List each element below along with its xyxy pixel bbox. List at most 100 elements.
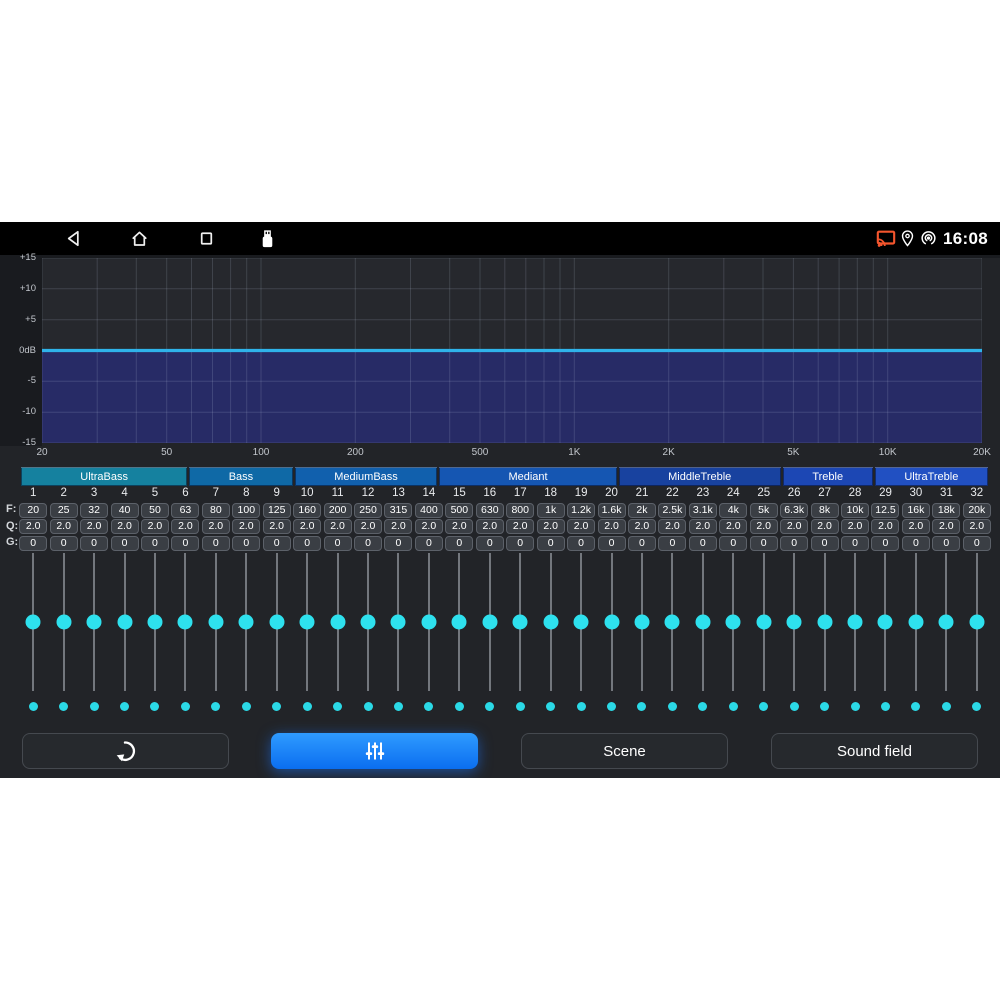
gain-value-box[interactable]: 0 — [324, 536, 352, 551]
gain-value-box[interactable]: 0 — [689, 536, 717, 551]
gain-value-box[interactable]: 0 — [476, 536, 504, 551]
gain-value-box[interactable]: 0 — [111, 536, 139, 551]
gain-value-box[interactable]: 0 — [537, 536, 565, 551]
slider-thumb[interactable] — [117, 614, 132, 629]
gain-slider[interactable] — [611, 553, 613, 691]
q-value-box[interactable]: 2.0 — [415, 519, 443, 534]
slider-thumb[interactable] — [817, 614, 832, 629]
gain-value-box[interactable]: 0 — [202, 536, 230, 551]
slider-thumb[interactable] — [56, 614, 71, 629]
slider-thumb[interactable] — [513, 614, 528, 629]
freq-value-box[interactable]: 315 — [384, 503, 412, 518]
slider-thumb[interactable] — [87, 614, 102, 629]
gain-value-box[interactable]: 0 — [719, 536, 747, 551]
slider-thumb[interactable] — [908, 614, 923, 629]
q-value-box[interactable]: 2.0 — [19, 519, 47, 534]
gain-value-box[interactable]: 0 — [628, 536, 656, 551]
gain-slider[interactable] — [428, 553, 430, 691]
slider-thumb[interactable] — [665, 614, 680, 629]
q-value-box[interactable]: 2.0 — [354, 519, 382, 534]
q-value-box[interactable]: 2.0 — [932, 519, 960, 534]
gain-slider[interactable] — [641, 553, 643, 691]
q-value-box[interactable]: 2.0 — [506, 519, 534, 534]
gain-value-box[interactable]: 0 — [19, 536, 47, 551]
gain-slider[interactable] — [519, 553, 521, 691]
freq-value-box[interactable]: 63 — [171, 503, 199, 518]
gain-slider[interactable] — [276, 553, 278, 691]
gain-slider[interactable] — [124, 553, 126, 691]
q-value-box[interactable]: 2.0 — [50, 519, 78, 534]
recents-icon[interactable] — [195, 227, 218, 250]
gain-slider[interactable] — [580, 553, 582, 691]
slider-thumb[interactable] — [330, 614, 345, 629]
freq-value-box[interactable]: 12.5 — [871, 503, 899, 518]
q-value-box[interactable]: 2.0 — [537, 519, 565, 534]
freq-value-box[interactable]: 1.2k — [567, 503, 595, 518]
slider-thumb[interactable] — [634, 614, 649, 629]
freq-value-box[interactable]: 630 — [476, 503, 504, 518]
gain-value-box[interactable]: 0 — [415, 536, 443, 551]
gain-slider[interactable] — [154, 553, 156, 691]
gain-value-box[interactable]: 0 — [80, 536, 108, 551]
freq-value-box[interactable]: 20k — [963, 503, 991, 518]
gain-value-box[interactable]: 0 — [506, 536, 534, 551]
gain-slider[interactable] — [763, 553, 765, 691]
freq-value-box[interactable]: 1.6k — [598, 503, 626, 518]
gain-slider[interactable] — [732, 553, 734, 691]
q-value-box[interactable]: 2.0 — [871, 519, 899, 534]
freq-value-box[interactable]: 40 — [111, 503, 139, 518]
slider-thumb[interactable] — [695, 614, 710, 629]
q-value-box[interactable]: 2.0 — [902, 519, 930, 534]
freq-value-box[interactable]: 16k — [902, 503, 930, 518]
gain-slider[interactable] — [793, 553, 795, 691]
gain-value-box[interactable]: 0 — [384, 536, 412, 551]
q-value-box[interactable]: 2.0 — [750, 519, 778, 534]
gain-value-box[interactable]: 0 — [293, 536, 321, 551]
freq-value-box[interactable]: 6.3k — [780, 503, 808, 518]
sound-field-button[interactable]: Sound field — [771, 733, 978, 769]
q-value-box[interactable]: 2.0 — [719, 519, 747, 534]
gain-value-box[interactable]: 0 — [263, 536, 291, 551]
gain-slider[interactable] — [184, 553, 186, 691]
gain-value-box[interactable]: 0 — [232, 536, 260, 551]
q-value-box[interactable]: 2.0 — [567, 519, 595, 534]
q-value-box[interactable]: 2.0 — [841, 519, 869, 534]
gain-slider[interactable] — [945, 553, 947, 691]
slider-thumb[interactable] — [726, 614, 741, 629]
slider-thumb[interactable] — [482, 614, 497, 629]
slider-thumb[interactable] — [574, 614, 589, 629]
slider-thumb[interactable] — [421, 614, 436, 629]
slider-thumb[interactable] — [969, 614, 984, 629]
q-value-box[interactable]: 2.0 — [628, 519, 656, 534]
freq-value-box[interactable]: 20 — [19, 503, 47, 518]
gain-value-box[interactable]: 0 — [445, 536, 473, 551]
gain-slider[interactable] — [489, 553, 491, 691]
usb-icon[interactable] — [256, 227, 279, 250]
freq-value-box[interactable]: 125 — [263, 503, 291, 518]
gain-value-box[interactable]: 0 — [658, 536, 686, 551]
slider-thumb[interactable] — [848, 614, 863, 629]
gain-slider[interactable] — [337, 553, 339, 691]
gain-value-box[interactable]: 0 — [750, 536, 778, 551]
freq-value-box[interactable]: 80 — [202, 503, 230, 518]
gain-slider[interactable] — [306, 553, 308, 691]
slider-thumb[interactable] — [269, 614, 284, 629]
slider-thumb[interactable] — [391, 614, 406, 629]
equalizer-button[interactable] — [271, 733, 478, 769]
freq-value-box[interactable]: 8k — [811, 503, 839, 518]
freq-value-box[interactable]: 25 — [50, 503, 78, 518]
freq-value-box[interactable]: 32 — [80, 503, 108, 518]
slider-thumb[interactable] — [147, 614, 162, 629]
slider-thumb[interactable] — [787, 614, 802, 629]
q-value-box[interactable]: 2.0 — [445, 519, 473, 534]
freq-value-box[interactable]: 4k — [719, 503, 747, 518]
gain-value-box[interactable]: 0 — [841, 536, 869, 551]
gain-slider[interactable] — [550, 553, 552, 691]
freq-value-box[interactable]: 500 — [445, 503, 473, 518]
gain-slider[interactable] — [93, 553, 95, 691]
q-value-box[interactable]: 2.0 — [80, 519, 108, 534]
q-value-box[interactable]: 2.0 — [476, 519, 504, 534]
freq-value-box[interactable]: 400 — [415, 503, 443, 518]
slider-thumb[interactable] — [878, 614, 893, 629]
gain-value-box[interactable]: 0 — [963, 536, 991, 551]
